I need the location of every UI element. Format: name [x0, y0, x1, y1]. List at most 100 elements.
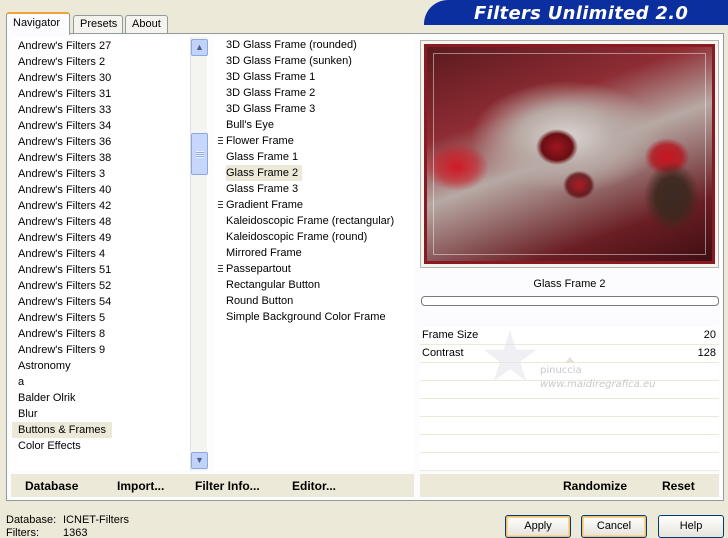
category-item[interactable]: Andrew's Filters 40 [12, 182, 207, 198]
filter-item-label: Simple Background Color Frame [226, 311, 386, 323]
category-item[interactable]: Andrew's Filters 52 [12, 278, 207, 294]
param-label: Contrast [422, 347, 464, 359]
category-item[interactable]: Andrew's Filters 54 [12, 294, 207, 310]
category-item[interactable]: Andrew's Filters 30 [12, 70, 207, 86]
randomize-button[interactable]: Randomize [563, 479, 627, 493]
category-item[interactable]: Andrew's Filters 3 [12, 166, 207, 182]
scroll-up-button[interactable]: ▲ [191, 39, 208, 56]
tab-presets[interactable]: Presets [73, 15, 123, 34]
status-database-label: Database: [6, 514, 57, 526]
param-row-empty [420, 399, 719, 417]
filter-item-label: Glass Frame 3 [226, 183, 299, 195]
category-item[interactable]: Andrew's Filters 27 [12, 38, 207, 54]
scroll-down-button[interactable]: ▼ [191, 452, 208, 469]
import-button[interactable]: Import... [117, 479, 164, 493]
filter-item-label: Flower Frame [226, 135, 294, 147]
scroll-thumb[interactable] [191, 133, 208, 175]
filter-item[interactable]: 3D Glass Frame 2 [214, 85, 414, 101]
filter-item[interactable]: 3D Glass Frame 3 [214, 101, 414, 117]
filter-item[interactable]: Passepartout [214, 261, 414, 277]
status-area: Database: ICNET-Filters Filters: 1363 [6, 514, 129, 538]
filter-item-label: Round Button [226, 295, 294, 307]
filter-item-label: Kaleidoscopic Frame (rectangular) [226, 215, 395, 227]
param-value: 20 [703, 329, 716, 341]
category-item[interactable]: Andrew's Filters 42 [12, 198, 207, 214]
filter-item-label: Gradient Frame [226, 199, 304, 211]
category-item[interactable]: Color Effects [12, 438, 207, 454]
filter-item[interactable]: Round Button [214, 293, 414, 309]
filter-item-label: Kaleidoscopic Frame (round) [226, 231, 368, 243]
filter-item-label: Mirrored Frame [226, 247, 302, 259]
editor-button[interactable]: Editor... [292, 479, 336, 493]
category-item[interactable]: Andrew's Filters 38 [12, 150, 207, 166]
filter-item-label: 3D Glass Frame 3 [226, 103, 316, 115]
category-item[interactable]: Andrew's Filters 36 [12, 134, 207, 150]
category-list[interactable]: Andrew's Filters 27 Andrew's Filters 2 And… [11, 37, 208, 471]
param-value: 128 [697, 347, 716, 359]
category-item[interactable]: Andrew's Filters 48 [12, 214, 207, 230]
filter-list[interactable]: 3D Glass Frame (rounded) 3D Glass Frame (… [214, 37, 414, 471]
param-row-empty [420, 417, 719, 435]
filter-item[interactable]: Mirrored Frame [214, 245, 414, 261]
category-item[interactable]: Andrew's Filters 8 [12, 326, 207, 342]
filter-item-label: 3D Glass Frame 2 [226, 87, 316, 99]
status-filters-label: Filters: [6, 527, 39, 538]
param-row-empty [420, 453, 719, 471]
preview-inner-frame [433, 53, 706, 255]
filter-item[interactable]: Glass Frame 2 [214, 165, 414, 181]
category-item[interactable]: Andrew's Filters 51 [12, 262, 207, 278]
filter-item[interactable]: 3D Glass Frame 1 [214, 69, 414, 85]
param-label: Frame Size [422, 329, 479, 341]
filter-item-label: 3D Glass Frame 1 [226, 71, 316, 83]
watermark-url: www.maidiregrafica.eu [540, 379, 656, 390]
category-item[interactable]: Andrew's Filters 2 [12, 54, 207, 70]
filter-info-button[interactable]: Filter Info... [195, 479, 260, 493]
watermark: pinuccia www.maidiregrafica.eu [482, 330, 682, 400]
tab-navigator[interactable]: Navigator [6, 12, 70, 35]
grip-icon [196, 151, 204, 158]
filter-item[interactable]: Gradient Frame [214, 197, 414, 213]
navigator-toolbar: Database Import... Filter Info... Editor… [11, 474, 414, 497]
database-button[interactable]: Database [25, 479, 78, 493]
category-item[interactable]: Andrew's Filters 49 [12, 230, 207, 246]
editable-marker-icon [218, 265, 223, 274]
param-row-empty [420, 435, 719, 453]
category-item[interactable]: Andrew's Filters 33 [12, 102, 207, 118]
category-item[interactable]: Andrew's Filters 34 [12, 118, 207, 134]
tab-about[interactable]: About [125, 15, 168, 34]
filter-item-label: Rectangular Button [226, 279, 321, 291]
filter-item[interactable]: Flower Frame [214, 133, 414, 149]
category-item[interactable]: Andrew's Filters 5 [12, 310, 207, 326]
category-item[interactable]: Blur [12, 406, 207, 422]
filter-item[interactable]: 3D Glass Frame (sunken) [214, 53, 414, 69]
filter-item[interactable]: Simple Background Color Frame [214, 309, 414, 325]
category-scrollbar[interactable]: ▲ ▼ [190, 37, 208, 471]
filter-item[interactable]: Kaleidoscopic Frame (rectangular) [214, 213, 414, 229]
filter-item[interactable]: Kaleidoscopic Frame (round) [214, 229, 414, 245]
filter-item[interactable]: Glass Frame 1 [214, 149, 414, 165]
filter-item[interactable]: Glass Frame 3 [214, 181, 414, 197]
category-item[interactable]: a [12, 374, 207, 390]
filter-item-label: Glass Frame 2 [226, 165, 303, 181]
progress-bar [421, 296, 719, 306]
app-title: Filters Unlimited 2.0 [474, 3, 689, 24]
category-item[interactable]: Andrew's Filters 31 [12, 86, 207, 102]
star-icon [483, 330, 537, 381]
filter-item[interactable]: 3D Glass Frame (rounded) [214, 37, 414, 53]
filter-item[interactable]: Bull's Eye [214, 117, 414, 133]
category-item[interactable]: Astronomy [12, 358, 207, 374]
editable-marker-icon [218, 201, 223, 210]
filter-item-label: Bull's Eye [226, 119, 274, 131]
filter-item-label: 3D Glass Frame (rounded) [226, 39, 357, 51]
editable-marker-icon [218, 137, 223, 146]
category-item[interactable]: Balder Olrik [12, 390, 207, 406]
category-item[interactable]: Andrew's Filters 4 [12, 246, 207, 262]
category-item[interactable]: Andrew's Filters 9 [12, 342, 207, 358]
filter-item[interactable]: Rectangular Button [214, 277, 414, 293]
category-item[interactable]: Buttons & Frames [12, 422, 113, 438]
cancel-button[interactable]: Cancel [581, 515, 647, 538]
apply-button[interactable]: Apply [505, 515, 571, 538]
status-filters-value: 1363 [63, 527, 88, 538]
reset-button[interactable]: Reset [662, 479, 695, 493]
help-button[interactable]: Help [658, 515, 724, 538]
